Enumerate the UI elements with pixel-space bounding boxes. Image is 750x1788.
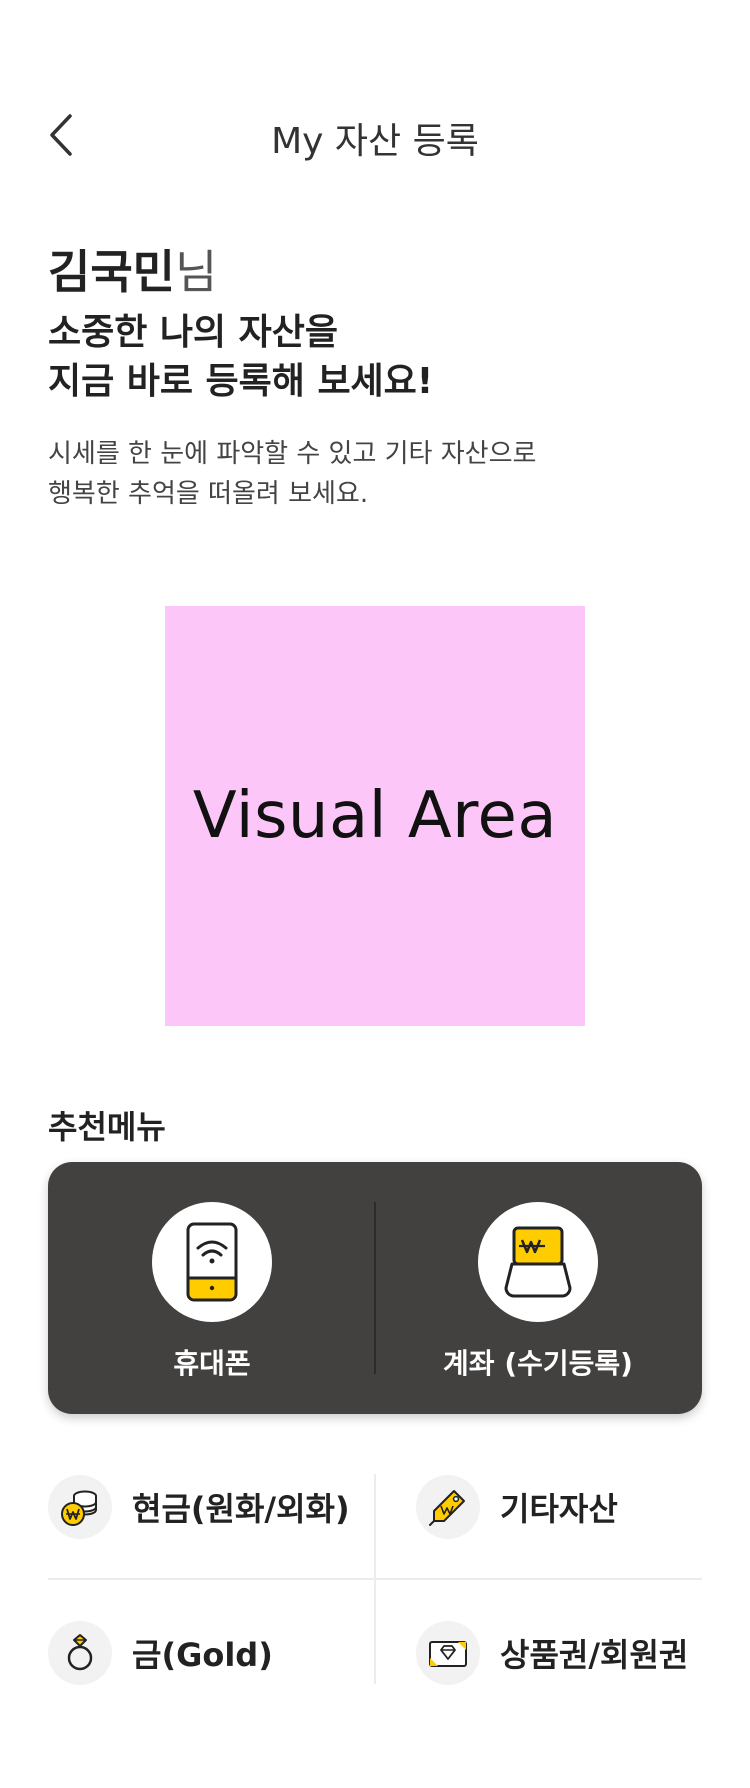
description: 시세를 한 눈에 파악할 수 있고 기타 자산으로 행복한 추억을 떠올려 보세… bbox=[48, 434, 536, 514]
asset-item-voucher[interactable]: 상품권/회원권 bbox=[416, 1620, 736, 1686]
phone-icon-circle bbox=[152, 1202, 272, 1322]
grid-divider-horizontal bbox=[48, 1578, 702, 1580]
header: My 자산 등록 bbox=[0, 96, 750, 176]
recommended-item-label: 계좌 (수기등록) bbox=[443, 1347, 633, 1380]
account-icon-circle bbox=[478, 1202, 598, 1322]
recommended-item-phone[interactable]: 휴대폰 bbox=[62, 1202, 362, 1382]
recommended-menu-title: 추천메뉴 bbox=[48, 1108, 166, 1146]
asset-item-label: 상품권/회원권 bbox=[500, 1636, 689, 1674]
won-wallet-icon bbox=[504, 1226, 572, 1298]
ring-icon bbox=[67, 1634, 93, 1671]
voucher-icon bbox=[429, 1641, 467, 1667]
phone-wifi-icon bbox=[186, 1222, 238, 1302]
headline-line-1: 소중한 나의 자산을 bbox=[48, 312, 339, 353]
recommended-menu-card: 휴대폰 계좌 (수기등록) bbox=[48, 1162, 702, 1414]
greeting: 김국민님 bbox=[48, 236, 217, 302]
cash-icon-circle bbox=[48, 1475, 112, 1539]
asset-category-grid: 현금(원화/외화) 기타자산 금(Gold) 상품권/회원권 bbox=[48, 1474, 702, 1686]
name-suffix: 님 bbox=[174, 245, 218, 299]
description-line-2: 행복한 추억을 떠올려 보세요. bbox=[48, 479, 369, 509]
gold-icon-circle bbox=[48, 1621, 112, 1685]
asset-item-cash[interactable]: 현금(원화/외화) bbox=[48, 1474, 368, 1540]
coins-icon bbox=[61, 1490, 97, 1526]
asset-item-label: 현금(원화/외화) bbox=[132, 1490, 350, 1528]
voucher-icon-circle bbox=[416, 1621, 480, 1685]
recommended-item-label: 휴대폰 bbox=[173, 1347, 251, 1380]
visual-area-label: Visual Area bbox=[192, 779, 558, 853]
recommended-item-account[interactable]: 계좌 (수기등록) bbox=[388, 1202, 688, 1382]
asset-item-label: 기타자산 bbox=[500, 1490, 618, 1528]
asset-item-other[interactable]: 기타자산 bbox=[416, 1474, 736, 1540]
page-title: My 자산 등록 bbox=[271, 121, 479, 162]
visual-area: Visual Area bbox=[165, 606, 585, 1026]
description-line-1: 시세를 한 눈에 파악할 수 있고 기타 자산으로 bbox=[48, 439, 537, 469]
headline-line-2: 지금 바로 등록해 보세요! bbox=[48, 361, 434, 402]
asset-item-label: 금(Gold) bbox=[132, 1636, 273, 1674]
headline: 소중한 나의 자산을 지금 바로 등록해 보세요! bbox=[48, 308, 433, 406]
other-icon-circle bbox=[416, 1475, 480, 1539]
tag-icon bbox=[429, 1490, 465, 1526]
asset-item-gold[interactable]: 금(Gold) bbox=[48, 1620, 368, 1686]
user-name: 김국민 bbox=[48, 245, 175, 299]
divider bbox=[374, 1202, 376, 1374]
